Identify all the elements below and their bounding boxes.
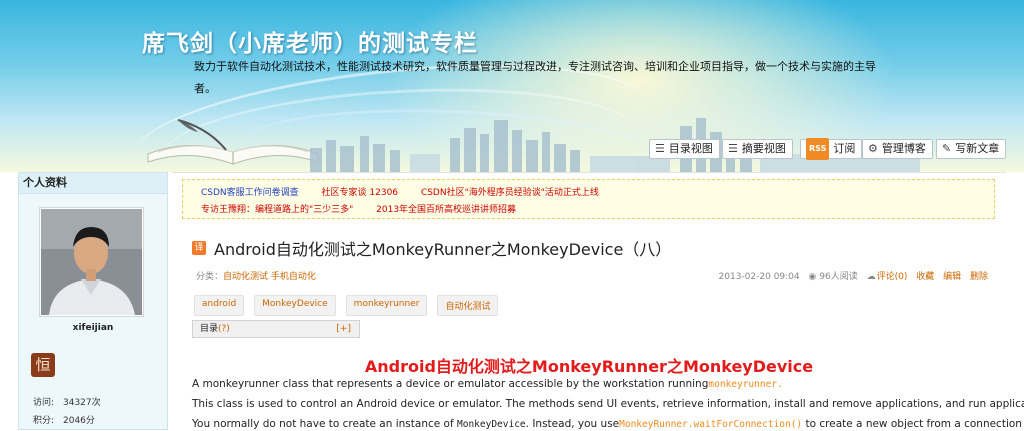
edit-link[interactable]: 编辑 — [943, 272, 961, 282]
profile-sidebar: 个人资料 xifeijian 恒 访问: 34327次 积分: 2046分 — [18, 172, 168, 430]
notice-row: CSDN客服工作问卷调查 社区专家谈 12306 CSDN社区"海外程序员经验谈… — [201, 185, 619, 198]
article-tags: android MonkeyDevice monkeyrunner 自动化测试 — [194, 295, 508, 316]
stat-visits: 访问: 34327次 — [33, 395, 101, 408]
subscribe-button[interactable]: RSS 订阅 — [800, 138, 863, 160]
tag[interactable]: 自动化测试 — [437, 295, 499, 316]
article-meta: 2013-02-20 09:04 ◉ 96人阅读 ☁评论(0) 收藏 编辑 删除 — [719, 269, 988, 282]
code-link[interactable]: monkeyrunner. — [708, 379, 782, 390]
paragraph: You normally do not have to create an in… — [192, 418, 1022, 430]
eye-icon: ◉ — [808, 272, 817, 282]
notice-link[interactable]: 专访王豫翔：编程道路上的"三少三多" — [201, 205, 353, 215]
comments-link[interactable]: 评论(0) — [877, 272, 908, 282]
list-icon: ☰ — [655, 142, 665, 155]
read-count: 96人阅读 — [819, 272, 858, 282]
tag[interactable]: android — [194, 295, 245, 316]
stat-value: 2046分 — [63, 416, 95, 426]
summary-view-label: 摘要视图 — [741, 142, 786, 155]
article-title[interactable]: Android自动化测试之MonkeyRunner之MonkeyDevice（八… — [214, 236, 671, 260]
notice-link[interactable]: 2013年全国百所高校巡讲讲师招募 — [376, 205, 516, 215]
pencil-icon: ✎ — [942, 142, 952, 155]
manage-blog-label: 管理博客 — [881, 142, 926, 155]
stat-value: 34327次 — [63, 398, 101, 408]
article-heading: Android自动化测试之MonkeyRunner之MonkeyDevice — [364, 357, 814, 376]
category-link[interactable]: 自动化测试 手机自动化 — [223, 272, 316, 282]
article-header: 译 Android自动化测试之MonkeyRunner之MonkeyDevice… — [192, 236, 671, 260]
username[interactable]: xifeijian — [19, 323, 167, 333]
subscribe-label: 订阅 — [833, 142, 856, 155]
paragraph: A monkeyrunner class that represents a d… — [192, 378, 783, 390]
summary-list-icon: ☰ — [728, 142, 738, 155]
paragraph-text: You normally do not have to create an in… — [192, 418, 458, 430]
article-category: 分类：自动化测试 手机自动化 — [196, 269, 316, 282]
write-article-label: 写新文章 — [955, 142, 1000, 155]
paragraph: This class is used to control an Android… — [192, 398, 1024, 410]
paragraph-text: to create a new object from a connection — [802, 418, 1022, 430]
main-content: CSDN客服工作问卷调查 社区专家谈 12306 CSDN社区"海外程序员经验谈… — [172, 172, 1024, 431]
translated-badge: 译 — [192, 241, 206, 255]
stat-points: 积分: 2046分 — [33, 413, 95, 426]
gear-icon: ⚙ — [868, 142, 878, 155]
article-date: 2013-02-20 09:04 — [718, 272, 800, 282]
paragraph-text: . Instead, you use — [525, 418, 620, 430]
write-article-button[interactable]: ✎ 写新文章 — [936, 139, 1007, 159]
blog-title[interactable]: 席飞剑（小席老师）的测试专栏 — [142, 24, 478, 58]
manage-blog-button[interactable]: ⚙ 管理博客 — [862, 139, 933, 159]
catalog-view-label: 目录视图 — [668, 142, 713, 155]
toc-label: 目录 — [200, 324, 219, 334]
code-link[interactable]: MonkeyRunner.waitForConnection() — [619, 419, 802, 430]
favorite-link[interactable]: 收藏 — [916, 272, 934, 282]
catalog-view-button[interactable]: ☰ 目录视图 — [649, 139, 720, 159]
table-of-contents[interactable]: 目录(?) [+] — [192, 320, 360, 338]
inline-code: MonkeyDevice — [457, 419, 526, 430]
notice-link[interactable]: CSDN社区"海外程序员经验谈"活动正式上线 — [421, 188, 599, 198]
notice-link[interactable]: CSDN客服工作问卷调查 — [201, 188, 299, 198]
tag[interactable]: monkeyrunner — [345, 295, 428, 316]
notice-row: 专访王豫翔：编程道路上的"三少三多" 2013年全国百所高校巡讲讲师招募 — [201, 202, 536, 215]
stat-label: 积分: — [33, 416, 55, 426]
paragraph-text: A monkeyrunner class that represents a d… — [192, 378, 709, 390]
toc-expand-button[interactable]: [+] — [336, 321, 351, 337]
rss-icon: RSS — [806, 138, 830, 160]
stat-label: 访问: — [33, 398, 55, 408]
delete-link[interactable]: 删除 — [970, 272, 988, 282]
avatar[interactable] — [39, 207, 144, 317]
toc-help-link[interactable]: (?) — [218, 324, 230, 334]
blog-banner: 席飞剑（小席老师）的测试专栏 致力于软件自动化测试技术，性能测试技术研究，软件质… — [0, 0, 1024, 172]
notice-box: CSDN客服工作问卷调查 社区专家谈 12306 CSDN社区"海外程序员经验谈… — [182, 179, 995, 219]
honor-badge-icon[interactable]: 恒 — [31, 353, 55, 377]
comment-icon: ☁ — [866, 272, 876, 282]
summary-view-button[interactable]: ☰ 摘要视图 — [722, 139, 793, 159]
notice-link[interactable]: 社区专家谈 12306 — [322, 188, 399, 198]
tag[interactable]: MonkeyDevice — [254, 295, 336, 316]
category-label: 分类： — [196, 272, 224, 282]
avatar-photo — [41, 209, 142, 315]
profile-heading: 个人资料 — [19, 173, 167, 194]
blog-description: 致力于软件自动化测试技术，性能测试技术研究，软件质量管理与过程改进，专注测试咨询… — [194, 60, 876, 95]
